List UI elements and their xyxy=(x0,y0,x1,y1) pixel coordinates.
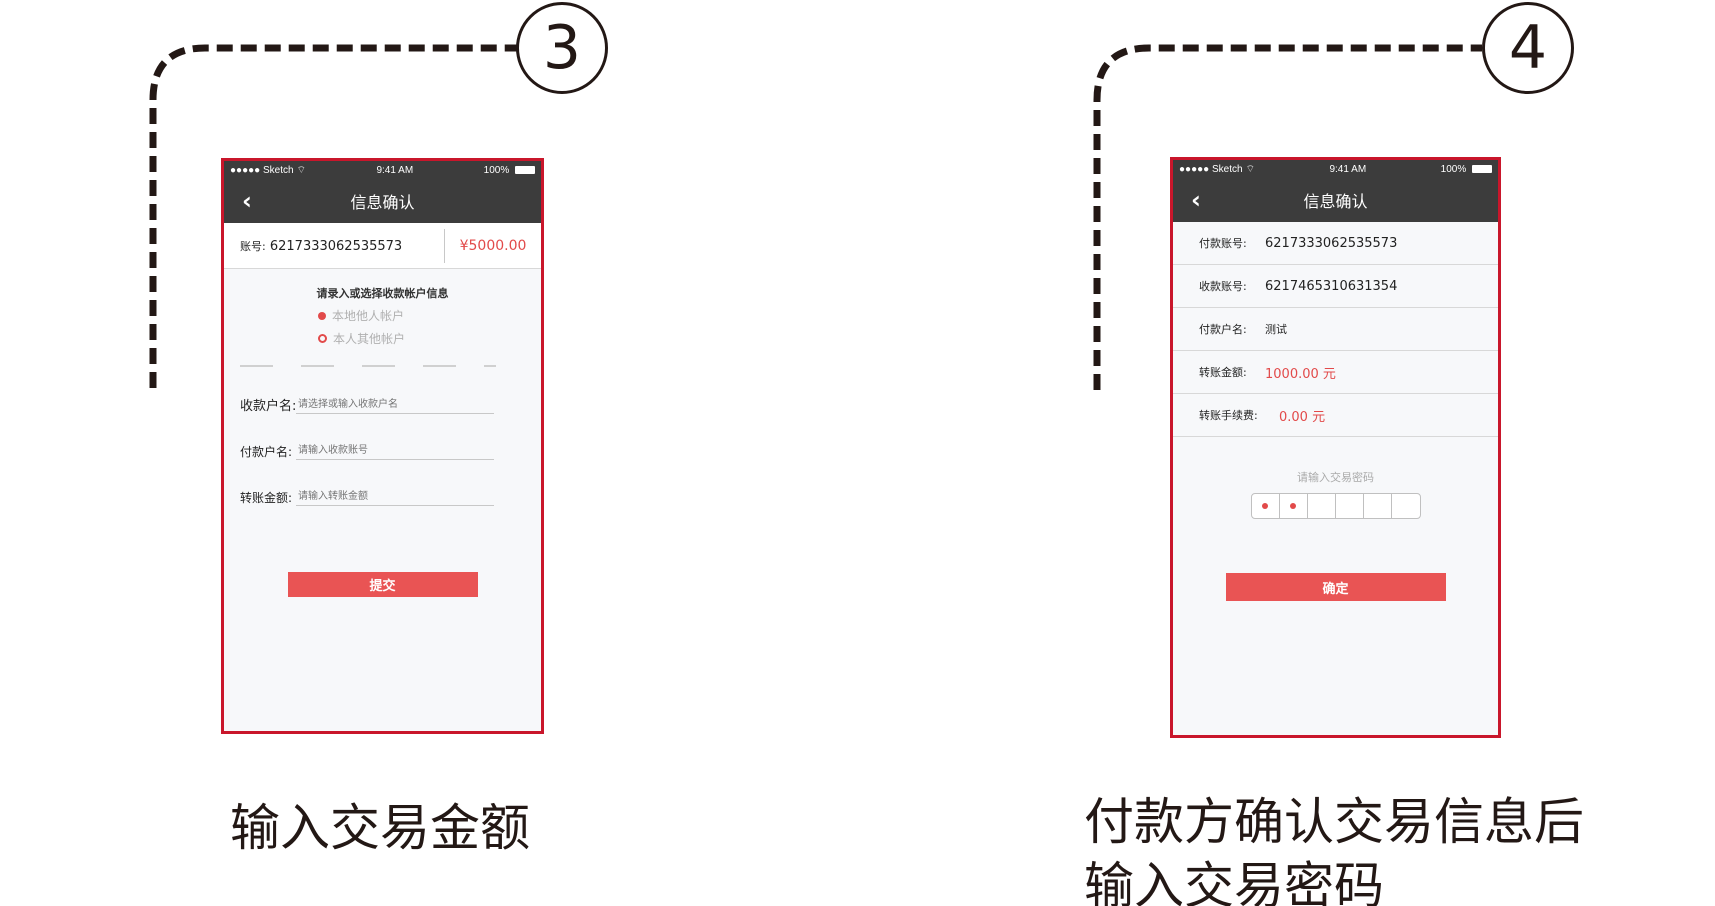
carrier-label: ●●●●● Sketch xyxy=(1179,163,1243,175)
confirm-button[interactable]: 确定 xyxy=(1225,573,1446,601)
password-cell xyxy=(1280,494,1308,518)
transfer-amount-row: 转账金额: 1000.00 元 xyxy=(1173,351,1498,394)
info-label: 付款账号: xyxy=(1199,237,1247,250)
carrier-label: ●●●●● Sketch xyxy=(230,164,294,176)
account-number: 6217333062535573 xyxy=(269,238,403,254)
placeholder-dashes xyxy=(240,365,541,367)
radio-option-own-other[interactable]: 本人其他帐户 xyxy=(318,330,541,347)
payer-name-row: 付款户名: 测试 xyxy=(1173,308,1498,351)
payee-name-row: 收款户名: xyxy=(240,395,541,414)
info-label: 收款账号: xyxy=(1199,280,1247,293)
info-label: 转账手续费: xyxy=(1199,409,1258,422)
caption-step-3: 输入交易金额 xyxy=(230,799,530,857)
step-3-badge: 3 xyxy=(516,2,608,94)
transfer-amount-row: 转账金额: xyxy=(240,488,541,506)
info-label: 付款户名: xyxy=(1199,323,1247,336)
radio-label: 本人其他帐户 xyxy=(333,332,406,346)
nav-bar: ‹ 信息确认 xyxy=(1173,178,1498,222)
step-3-number: 3 xyxy=(542,13,582,83)
radio-label: 本地他人帐户 xyxy=(332,309,405,323)
status-bar: ●●●●● Sketch ⌔ 9:41 AM 100% xyxy=(224,161,541,179)
payee-name-label: 收款户名: xyxy=(240,399,297,414)
caption-step-4-line-2: 输入交易密码 xyxy=(1084,857,1384,906)
clock-label: 9:41 AM xyxy=(1329,163,1367,175)
account-label: 账号: xyxy=(240,239,266,253)
password-cell xyxy=(1364,494,1393,518)
password-input[interactable] xyxy=(1250,493,1421,519)
select-account-title: 请录入或选择收款帐户信息 xyxy=(316,287,449,300)
password-cell xyxy=(1252,494,1280,518)
radio-selected-icon xyxy=(318,311,326,320)
battery-label: 100% xyxy=(483,164,510,176)
password-cell xyxy=(1392,494,1419,518)
clock-label: 9:41 AM xyxy=(376,164,414,176)
chevron-left-icon[interactable]: ‹ xyxy=(242,187,252,215)
info-value: 0.00 元 xyxy=(1279,409,1326,425)
step-4-number: 4 xyxy=(1508,13,1548,83)
phone-step-3: ●●●●● Sketch ⌔ 9:41 AM 100% ‹ 信息确认 账号: 6… xyxy=(221,158,544,734)
info-value: 6217465310631354 xyxy=(1265,278,1398,294)
payer-name-input[interactable] xyxy=(296,442,494,460)
info-value: 1000.00 元 xyxy=(1265,366,1336,382)
payer-name-row: 付款户名: xyxy=(240,442,541,460)
nav-bar: ‹ 信息确认 xyxy=(224,179,541,223)
password-dot-icon xyxy=(1262,503,1269,509)
step-4-badge: 4 xyxy=(1482,2,1574,94)
wifi-icon: ⌔ xyxy=(296,164,306,176)
battery-icon xyxy=(515,165,535,174)
payer-name-label: 付款户名: xyxy=(240,445,293,459)
radio-unselected-icon xyxy=(318,334,327,343)
battery-label: 100% xyxy=(1440,163,1467,175)
submit-button[interactable]: 提交 xyxy=(287,572,478,597)
transfer-amount-label: 转账金额: xyxy=(240,491,293,505)
page-title: 信息确认 xyxy=(350,193,415,212)
password-cell xyxy=(1308,494,1337,518)
chevron-left-icon[interactable]: ‹ xyxy=(1191,186,1201,214)
password-prompt: 请输入交易密码 xyxy=(1297,471,1374,484)
battery-icon xyxy=(1472,164,1492,173)
payee-name-input[interactable] xyxy=(296,396,494,414)
fee-row: 转账手续费: 0.00 元 xyxy=(1173,394,1498,437)
info-value: 测试 xyxy=(1265,323,1287,336)
info-label: 转账金额: xyxy=(1199,366,1247,379)
password-cell xyxy=(1336,494,1365,518)
transfer-amount-input[interactable] xyxy=(296,488,494,506)
payee-account-row: 收款账号: 6217465310631354 xyxy=(1173,265,1498,308)
password-dot-icon xyxy=(1290,503,1297,509)
phone-step-4: ●●●●● Sketch ⌔ 9:41 AM 100% ‹ 信息确认 付款账号:… xyxy=(1170,157,1501,738)
page-title: 信息确认 xyxy=(1303,192,1368,211)
radio-option-local-other[interactable]: 本地他人帐户 xyxy=(318,307,541,324)
info-value: 6217333062535573 xyxy=(1265,235,1398,251)
amount-value: ¥5000.00 xyxy=(459,237,527,254)
caption-step-4-line-1: 付款方确认交易信息后 xyxy=(1084,793,1584,851)
payer-account-row: 付款账号: 6217333062535573 xyxy=(1173,222,1498,265)
status-bar: ●●●●● Sketch ⌔ 9:41 AM 100% xyxy=(1173,160,1498,178)
account-row: 账号: 6217333062535573 ¥5000.00 xyxy=(224,223,541,269)
wifi-icon: ⌔ xyxy=(1245,163,1255,175)
